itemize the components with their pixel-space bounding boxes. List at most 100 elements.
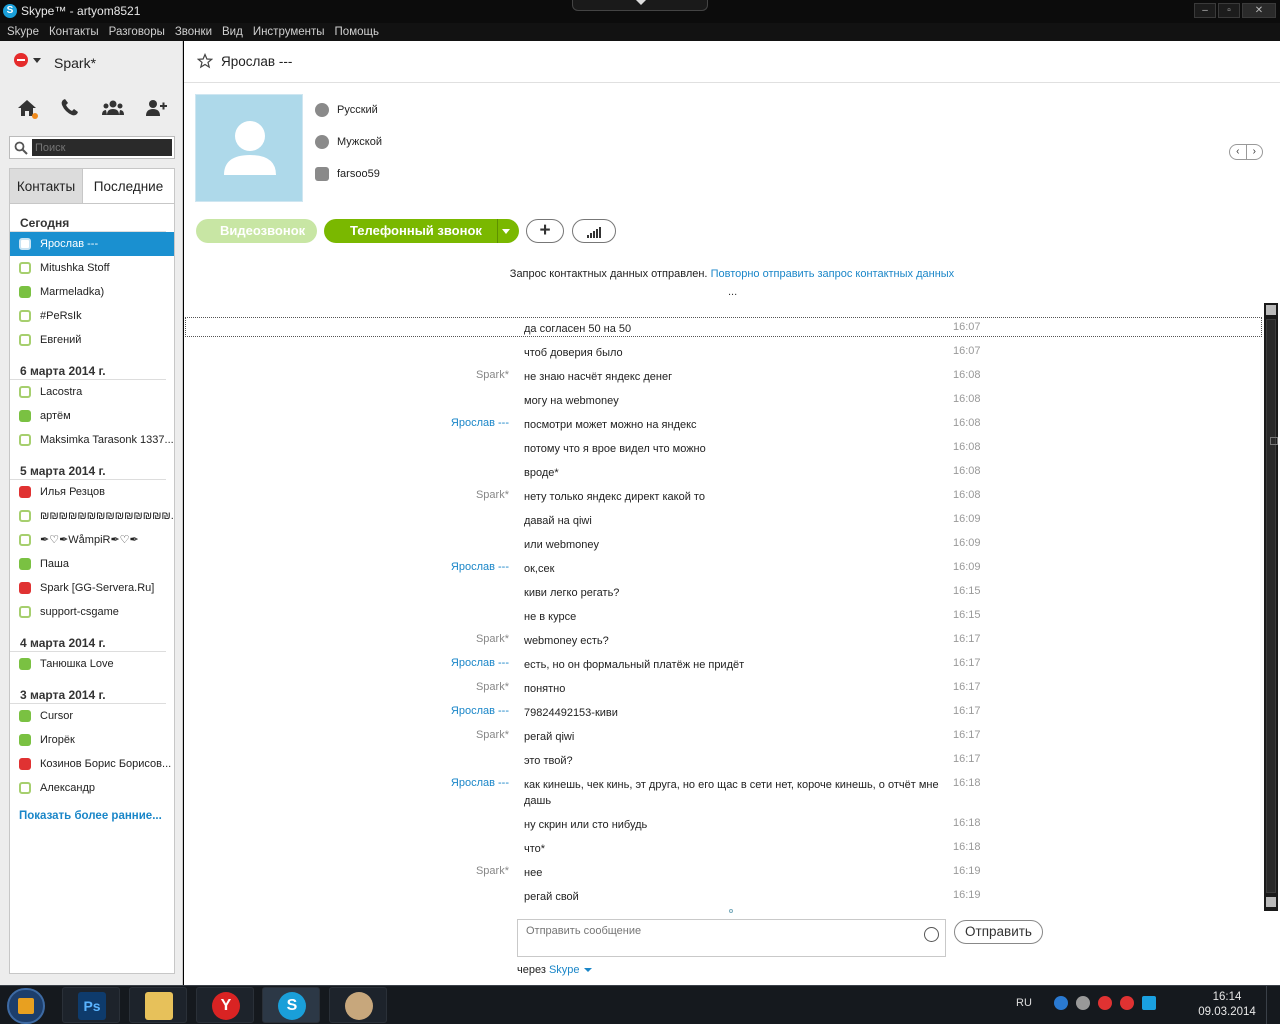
show-earlier-link[interactable]: Показать более ранние... — [10, 800, 174, 822]
contact-item[interactable]: Lacostra — [10, 380, 174, 404]
via-skype-link[interactable]: Skype — [549, 964, 580, 976]
menu-bar: Skype Контакты Разговоры Звонки Вид Инст… — [0, 23, 1280, 41]
message-time: 16:09 — [953, 561, 981, 573]
contact-item[interactable]: Танюшка Love — [10, 652, 174, 676]
tab-recent[interactable]: Последние — [83, 168, 175, 204]
contact-item[interactable]: Евгений — [10, 328, 174, 352]
contact-item[interactable]: Maksimka Tarasonk 1337... — [10, 428, 174, 452]
clock[interactable]: 16:14 09.03.2014 — [1197, 990, 1257, 1020]
group-icon[interactable] — [101, 97, 125, 119]
network-icon[interactable] — [1141, 996, 1156, 1010]
contact-item[interactable]: Александр — [10, 776, 174, 800]
taskbar-paint[interactable] — [329, 987, 387, 1023]
message-time: 16:08 — [953, 489, 981, 501]
presence-status-icon — [19, 286, 31, 298]
message-text: посмотри может можно на яндекс — [524, 419, 697, 431]
contact-item[interactable]: Илья Резцов — [10, 480, 174, 504]
contact-item[interactable]: Spark [GG-Servera.Ru] — [10, 576, 174, 600]
taskbar-skype[interactable]: S — [262, 987, 320, 1023]
menu-conversations[interactable]: Разговоры — [109, 23, 165, 41]
steam-icon[interactable] — [1075, 996, 1090, 1010]
message-input[interactable] — [518, 920, 918, 956]
folder-icon — [145, 992, 173, 1020]
message-time: 16:17 — [953, 753, 981, 765]
collapse-handle[interactable] — [572, 0, 708, 11]
conversation-header: Ярослав --- — [184, 41, 1280, 83]
next-arrow-icon[interactable]: › — [1247, 145, 1263, 159]
photoshop-icon: Ps — [78, 992, 106, 1020]
message-text: могу на webmoney — [524, 395, 619, 407]
close-button[interactable]: ✕ — [1242, 3, 1276, 18]
favorite-star-icon[interactable] — [197, 53, 213, 69]
skype-busy-tray-icon-2[interactable] — [1119, 996, 1134, 1010]
maximize-button[interactable]: ▫ — [1218, 3, 1240, 18]
taskbar-explorer[interactable] — [129, 987, 187, 1023]
scroll-down-arrow[interactable] — [1266, 897, 1276, 907]
send-button[interactable]: Отправить — [954, 920, 1043, 944]
message-time: 16:08 — [953, 441, 981, 453]
resend-request-link[interactable]: Повторно отправить запрос контактных дан… — [711, 268, 955, 280]
user-name[interactable]: Spark* — [54, 55, 96, 71]
message-time: 16:08 — [953, 393, 981, 405]
phone-icon[interactable] — [58, 97, 82, 119]
info-icon[interactable] — [1053, 996, 1068, 1010]
scroll-thumb[interactable] — [1266, 319, 1278, 893]
contact-name: ✒♡✒WåmpiR✒♡✒ — [40, 534, 139, 546]
contact-item[interactable]: Паша — [10, 552, 174, 576]
show-desktop-button[interactable] — [1266, 986, 1280, 1024]
add-contact-icon[interactable] — [144, 97, 168, 119]
sidebar: Spark* Контакты Последние Сегодня Ярослав… — [0, 41, 183, 985]
message-time: 16:17 — [953, 657, 981, 669]
menu-calls[interactable]: Звонки — [175, 23, 212, 41]
start-button[interactable] — [7, 988, 45, 1024]
call-quality-button[interactable] — [572, 219, 616, 243]
contact-item[interactable]: Ярослав --- — [10, 232, 174, 256]
call-options-dropdown-icon[interactable] — [502, 229, 510, 234]
emoticon-icon[interactable] — [924, 927, 939, 942]
message-sender: Spark* — [475, 369, 509, 381]
group-heading: 5 марта 2014 г. — [10, 452, 166, 480]
video-call-button[interactable]: Видеозвонок — [196, 219, 317, 243]
contact-item[interactable]: support-csgame — [10, 600, 174, 624]
chevron-down-icon — [636, 0, 646, 5]
prev-arrow-icon[interactable]: ‹ — [1230, 145, 1247, 159]
contact-item[interactable]: Игорёк — [10, 728, 174, 752]
contact-item[interactable]: Marmeladka) — [10, 280, 174, 304]
menu-skype[interactable]: Skype — [7, 23, 39, 41]
taskbar-photoshop[interactable]: Ps — [62, 987, 120, 1023]
contact-item[interactable]: Cursor — [10, 704, 174, 728]
phone-call-button[interactable]: Телефонный звонок — [324, 219, 519, 243]
contact-item[interactable]: Козинов Борис Борисов... — [10, 752, 174, 776]
message-history[interactable]: да согласен 50 на 50 16:07 чтоб доверия бы… — [184, 306, 1263, 916]
contact-name: support-csgame — [40, 606, 119, 618]
chat-scrollbar[interactable] — [1264, 303, 1278, 911]
scroll-up-arrow[interactable] — [1266, 305, 1276, 315]
contact-item[interactable]: ₪₪₪₪₪₪₪₪₪₪₪₪₪₪... — [10, 504, 174, 528]
menu-view[interactable]: Вид — [222, 23, 243, 41]
tab-contacts[interactable]: Контакты — [9, 168, 83, 204]
resize-dots[interactable]: ... — [728, 286, 737, 298]
menu-help[interactable]: Помощь — [335, 23, 379, 41]
via-dropdown-icon[interactable] — [583, 968, 592, 973]
contact-item[interactable]: Mitushka Stoff — [10, 256, 174, 280]
minimize-button[interactable]: – — [1194, 3, 1216, 18]
message-text: понятно — [524, 683, 566, 695]
status-selector[interactable] — [14, 53, 41, 67]
contact-item[interactable]: ✒♡✒WåmpiR✒♡✒ — [10, 528, 174, 552]
menu-contacts[interactable]: Контакты — [49, 23, 99, 41]
contact-name: Паша — [40, 558, 69, 570]
add-button[interactable]: + — [526, 219, 564, 243]
search-input[interactable] — [32, 139, 172, 156]
language-indicator[interactable]: RU — [1016, 997, 1032, 1009]
skype-busy-tray-icon[interactable] — [1097, 996, 1112, 1010]
video-call-label: Видеозвонок — [220, 223, 306, 238]
contact-item[interactable]: артём — [10, 404, 174, 428]
presence-status-icon — [19, 582, 31, 594]
presence-status-icon — [19, 310, 31, 322]
home-icon[interactable] — [15, 97, 39, 119]
profile-language: Русский — [315, 102, 378, 118]
menu-tools[interactable]: Инструменты — [253, 23, 325, 41]
compose-resize-handle[interactable] — [729, 909, 733, 913]
contact-item[interactable]: #PeRsIk — [10, 304, 174, 328]
taskbar-yandex[interactable]: Y — [196, 987, 254, 1023]
